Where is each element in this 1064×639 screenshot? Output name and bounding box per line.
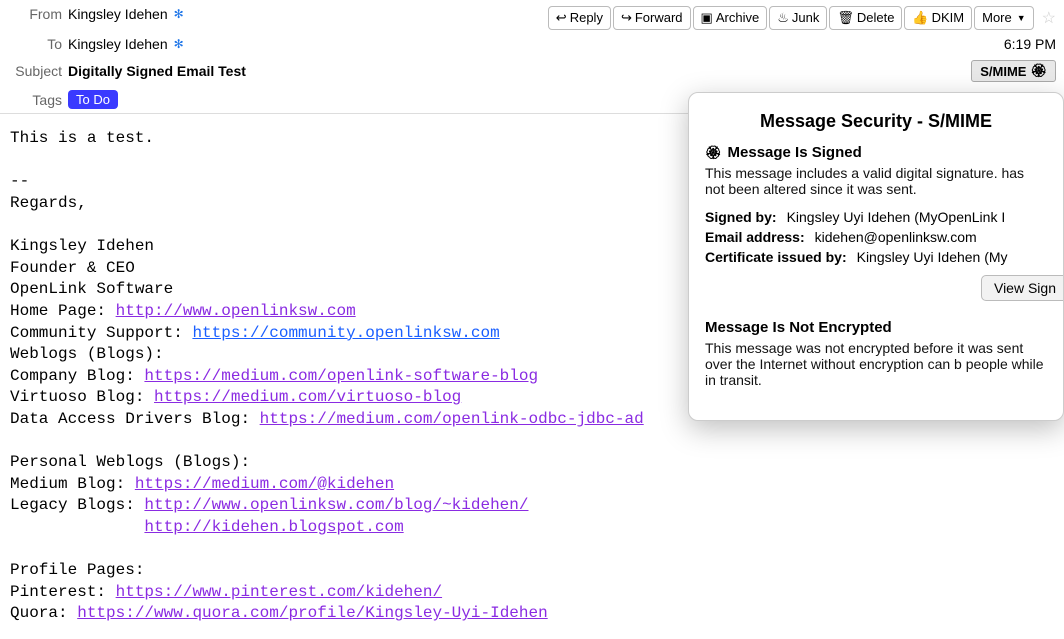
message-time: 6:19 PM [1004,36,1056,52]
chevron-down-icon: ▼ [1017,12,1026,25]
body-label: Data Access Drivers Blog: [10,410,260,428]
body-label: Virtuoso Blog: [10,388,154,406]
legacy-blog-link-2[interactable]: http://kidehen.blogspot.com [144,518,403,536]
body-label: Community Support: [10,324,192,342]
body-label: Company Blog: [10,367,144,385]
forward-icon: ↪ [621,9,632,27]
homepage-link[interactable]: http://www.openlinksw.com [116,302,356,320]
from-value[interactable]: Kingsley Idehen ✻ [68,6,186,22]
body-label: Quora: [10,604,77,622]
message-toolbar: ↩Reply ↪Forward ▣Archive ♨Junk 🗑Delete 👍… [548,6,1058,30]
signed-heading: Message Is Signed [705,144,1047,161]
body-text-line: This is a test. [10,129,154,147]
verified-sender-icon: ✻ [172,7,186,21]
ribbon-icon [705,144,722,161]
dkim-button[interactable]: 👍DKIM [904,6,972,30]
to-label: To [8,36,68,52]
body-label: Legacy Blogs: [10,496,144,514]
tags-label: Tags [8,92,68,108]
body-indent [10,518,144,536]
body-text-line: OpenLink Software [10,280,173,298]
archive-icon: ▣ [701,9,713,27]
smime-badge[interactable]: S/MIME [971,60,1056,82]
delete-label: Delete [857,9,895,27]
signed-by-row: Signed by: Kingsley Uyi Idehen (MyOpenLi… [705,209,1047,225]
email-label: Email address: [705,229,805,245]
cert-row: Certificate issued by: Kingsley Uyi Ideh… [705,249,1047,265]
signed-description: This message includes a valid digital si… [705,165,1047,197]
cert-label: Certificate issued by: [705,249,847,265]
forward-button[interactable]: ↪Forward [613,6,691,30]
company-blog-link[interactable]: https://medium.com/openlink-software-blo… [144,367,538,385]
from-label: From [8,6,68,22]
pinterest-link[interactable]: https://www.pinterest.com/kidehen/ [116,583,442,601]
dkim-label: DKIM [932,9,965,27]
signed-by-label: Signed by: [705,209,777,225]
quora-link[interactable]: https://www.quora.com/profile/Kingsley-U… [77,604,547,622]
thumbs-up-icon: 👍 [912,9,928,27]
forward-label: Forward [635,9,683,27]
to-value[interactable]: Kingsley Idehen ✻ [68,36,186,52]
popover-title: Message Security - S/MIME [705,111,1047,132]
trash-icon: 🗑 [837,9,854,27]
message-security-popover: Message Security - S/MIME Message Is Sig… [688,92,1064,421]
body-label: Pinterest: [10,583,116,601]
junk-icon: ♨ [777,9,789,27]
cert-value: Kingsley Uyi Idehen (My [857,249,1008,265]
reply-button[interactable]: ↩Reply [548,6,611,30]
body-text-line: Personal Weblogs (Blogs): [10,453,250,471]
community-link[interactable]: https://community.openlinksw.com [192,324,499,342]
email-value: kidehen@openlinksw.com [815,229,977,245]
smime-label: S/MIME [980,64,1026,79]
ribbon-icon [1030,63,1047,79]
body-text-line: Profile Pages: [10,561,144,579]
from-name: Kingsley Idehen [68,6,168,22]
subject-label: Subject [8,63,68,79]
body-text-line: Weblogs (Blogs): [10,345,164,363]
virtuoso-blog-link[interactable]: https://medium.com/virtuoso-blog [154,388,461,406]
medium-blog-link[interactable]: https://medium.com/@kidehen [135,475,394,493]
email-row: Email address: kidehen@openlinksw.com [705,229,1047,245]
not-encrypted-heading: Message Is Not Encrypted [705,319,1047,336]
body-text-line: -- [10,172,29,190]
body-label: Medium Blog: [10,475,135,493]
body-text-line: Founder & CEO [10,259,135,277]
delete-button[interactable]: 🗑Delete [829,6,902,30]
more-button[interactable]: More ▼ [974,6,1034,30]
signed-by-value: Kingsley Uyi Idehen (MyOpenLink I [787,209,1006,225]
reply-icon: ↩ [556,9,567,27]
junk-label: Junk [792,9,819,27]
archive-button[interactable]: ▣Archive [693,6,768,30]
reply-label: Reply [570,9,603,27]
more-label: More [982,9,1012,27]
to-name: Kingsley Idehen [68,36,168,52]
body-label: Home Page: [10,302,116,320]
verified-recipient-icon: ✻ [172,37,186,51]
view-signature-button[interactable]: View Sign [981,275,1064,301]
subject-value: Digitally Signed Email Test [68,63,246,79]
tag-todo[interactable]: To Do [68,90,118,109]
drivers-blog-link[interactable]: https://medium.com/openlink-odbc-jdbc-ad [260,410,644,428]
body-text-line: Kingsley Idehen [10,237,154,255]
legacy-blog-link-1[interactable]: http://www.openlinksw.com/blog/~kidehen/ [144,496,528,514]
not-encrypted-description: This message was not encrypted before it… [705,340,1047,388]
star-icon[interactable]: ☆ [1036,8,1058,28]
body-text-line: Regards, [10,194,87,212]
signed-heading-text: Message Is Signed [728,144,862,161]
archive-label: Archive [716,9,759,27]
junk-button[interactable]: ♨Junk [769,6,827,30]
